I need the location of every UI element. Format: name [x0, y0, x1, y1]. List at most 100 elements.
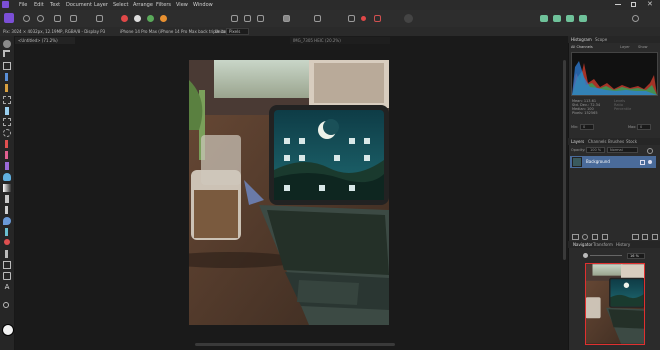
blur-brush-icon[interactable]: [3, 217, 11, 225]
histogram-channel-select[interactable]: All Channels: [571, 45, 593, 49]
node-tool-icon[interactable]: [3, 261, 11, 269]
tab-channels[interactable]: Channels: [588, 139, 607, 144]
zoom-tool-icon[interactable]: [3, 302, 9, 308]
paint-mixer-icon[interactable]: [5, 140, 8, 148]
horizontal-scrollbar[interactable]: [195, 343, 395, 346]
view-hand-icon[interactable]: [3, 40, 11, 48]
brush-tool-icon[interactable]: [5, 151, 8, 159]
tab-stock[interactable]: Stock: [626, 139, 637, 144]
live-filter-icon[interactable]: [592, 234, 598, 240]
record-macro-icon[interactable]: [361, 16, 366, 21]
paint-brush-icon[interactable]: [5, 84, 8, 92]
photo-persona-icon[interactable]: [4, 13, 14, 23]
menu-text[interactable]: Text: [50, 2, 60, 8]
align-icon[interactable]: [404, 14, 413, 23]
opacity-input[interactable]: 100 %: [586, 147, 606, 153]
crop-tool-icon[interactable]: [3, 62, 11, 70]
vertical-scrollbar[interactable]: [563, 60, 566, 260]
studio-toggle-1-icon[interactable]: [540, 15, 548, 22]
menu-document[interactable]: Document: [66, 2, 92, 8]
adjustment-icon[interactable]: [582, 234, 588, 240]
studio-toggle-2-icon[interactable]: [553, 15, 561, 22]
tab-histogram[interactable]: Histogram: [571, 37, 592, 42]
selection-subtract-icon[interactable]: [257, 15, 264, 22]
tab-transform[interactable]: Transform: [593, 242, 613, 247]
histogram-show-option[interactable]: Show: [638, 45, 647, 49]
histogram-layer-option[interactable]: Layer: [620, 45, 630, 49]
account-icon[interactable]: [632, 15, 639, 22]
layer-row-background[interactable]: Background: [570, 156, 656, 168]
dodge-icon[interactable]: [5, 195, 9, 203]
menu-file[interactable]: File: [19, 2, 27, 8]
selection-add-icon[interactable]: [244, 15, 251, 22]
pen-tool-icon[interactable]: [5, 250, 8, 258]
freehand-select-icon[interactable]: [3, 129, 11, 137]
assistant-icon[interactable]: [348, 15, 355, 22]
menu-arrange[interactable]: Arrange: [133, 2, 153, 8]
close-icon[interactable]: ✕: [647, 0, 653, 8]
color-swatch-icon[interactable]: [2, 324, 14, 336]
clone-icon[interactable]: [5, 206, 8, 214]
auto-contrast-icon[interactable]: [134, 15, 141, 22]
auto-white-balance-icon[interactable]: [160, 15, 167, 22]
navigator-viewport-frame[interactable]: [585, 263, 645, 345]
add-layer-icon[interactable]: [642, 234, 648, 240]
snapping-icon[interactable]: [314, 15, 321, 22]
max-input[interactable]: 0: [637, 124, 652, 130]
zoom-slider-track[interactable]: [590, 255, 622, 256]
doc-tab-untitled[interactable]: <Untitled> (71.2%): [15, 37, 75, 44]
layer-lock-icon[interactable]: [640, 160, 645, 165]
tab-history[interactable]: History: [616, 242, 630, 247]
menu-layer[interactable]: Layer: [94, 2, 108, 8]
fx-icon[interactable]: [602, 234, 608, 240]
flood-fill-icon[interactable]: [3, 173, 11, 181]
tab-navigator[interactable]: Navigator: [573, 242, 593, 247]
flood-select-icon[interactable]: [5, 107, 9, 115]
gradient-icon[interactable]: [3, 184, 11, 192]
minimize-icon[interactable]: [615, 4, 621, 5]
menu-view[interactable]: View: [176, 2, 188, 8]
view-tool-icon[interactable]: [96, 15, 103, 22]
zoom-slider-icon[interactable]: [583, 253, 588, 258]
blend-mode-select[interactable]: Normal: [607, 147, 638, 153]
menu-edit[interactable]: Edit: [34, 2, 44, 8]
tab-brushes[interactable]: Brushes: [608, 139, 624, 144]
navigator-preview[interactable]: [585, 263, 645, 345]
group-icon[interactable]: [632, 234, 639, 240]
layer-settings-icon[interactable]: [647, 148, 653, 154]
shape-tool-icon[interactable]: [3, 272, 11, 280]
doc-tab-img[interactable]: IMG_7305 HEIC (20.2%): [290, 37, 390, 44]
auto-levels-icon[interactable]: [121, 15, 128, 22]
link-icon[interactable]: [374, 15, 381, 22]
menu-filters[interactable]: Filters: [156, 2, 171, 8]
studio-toggle-3-icon[interactable]: [566, 15, 574, 22]
delete-layer-icon[interactable]: [652, 234, 658, 240]
red-eye-icon[interactable]: [4, 239, 10, 245]
menu-select[interactable]: Select: [113, 2, 128, 8]
navigator-zoom-input[interactable]: 16 %: [627, 253, 645, 259]
erase-brush-icon[interactable]: [5, 162, 9, 170]
color-picker-icon[interactable]: [5, 73, 8, 81]
tab-scope[interactable]: Scope: [595, 37, 607, 42]
menu-window[interactable]: Window: [193, 2, 213, 8]
tab-layers[interactable]: Layers: [571, 139, 584, 144]
export-persona-icon[interactable]: [70, 15, 77, 22]
layer-visibility-icon[interactable]: [648, 160, 652, 164]
text-tool-icon[interactable]: A: [3, 283, 11, 291]
min-input[interactable]: 0: [580, 124, 595, 130]
inpainting-icon[interactable]: [5, 228, 8, 236]
tone-mapping-persona-icon[interactable]: [54, 15, 61, 22]
photo-canvas[interactable]: [189, 60, 389, 325]
selection-brush-icon[interactable]: [3, 96, 11, 104]
liquify-persona-icon[interactable]: [23, 15, 30, 22]
selection-mode-icon[interactable]: [231, 15, 238, 22]
studio-toggle-4-icon[interactable]: [579, 15, 587, 22]
layer-mask-icon[interactable]: [572, 234, 579, 240]
auto-colors-icon[interactable]: [147, 15, 154, 22]
units-dropdown[interactable]: Pixels: [226, 28, 250, 35]
maximize-icon[interactable]: [631, 2, 636, 7]
move-tool-icon[interactable]: [3, 50, 10, 57]
quick-mask-icon[interactable]: [283, 15, 290, 22]
marquee-icon[interactable]: [3, 118, 11, 126]
develop-persona-icon[interactable]: [37, 15, 44, 22]
